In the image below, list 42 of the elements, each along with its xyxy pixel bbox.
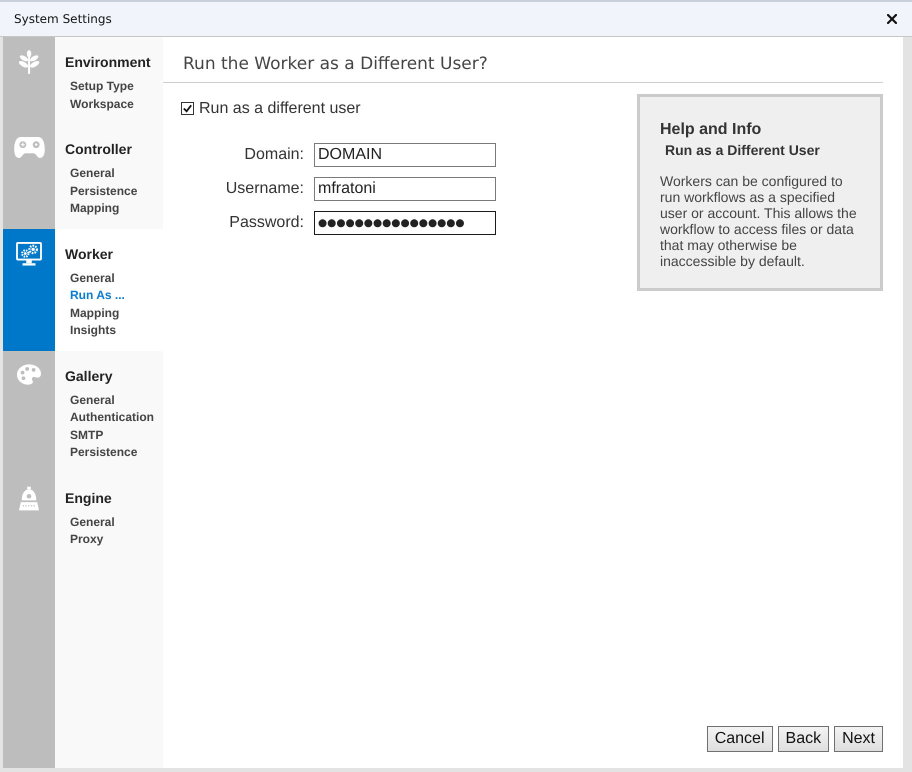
back-button[interactable]: Back	[778, 726, 830, 752]
page-title: Run the Worker as a Different User?	[183, 53, 488, 76]
gamepad-icon	[14, 137, 44, 158]
password-field[interactable]: ●●●●●●●●●●●●●●●●	[314, 211, 496, 235]
nav-item[interactable]: Mapping	[65, 200, 120, 218]
nav-item[interactable]: Setup Type	[65, 78, 134, 96]
nav-item[interactable]: Proxy	[65, 531, 104, 548]
nav-item[interactable]: Run As ...	[65, 287, 125, 304]
nav-item[interactable]: Insights	[65, 322, 116, 340]
checkbox-label[interactable]: Run as a different user	[199, 100, 361, 118]
nav-item[interactable]: General	[65, 514, 115, 531]
checkbox[interactable]	[181, 102, 194, 115]
nav-item[interactable]: Mapping	[65, 304, 120, 322]
nav-item[interactable]: Persistence	[65, 182, 138, 200]
monitor-gears-icon	[16, 242, 42, 266]
help-subtitle: Run as a Different User	[665, 142, 821, 159]
nav-item[interactable]: Workspace	[65, 96, 134, 113]
nav-item[interactable]: SMTP	[65, 426, 104, 444]
locomotive-icon	[19, 486, 39, 510]
text-field[interactable]: DOMAIN	[314, 143, 496, 167]
close-icon[interactable]	[887, 14, 897, 24]
section-title: Environment	[65, 53, 152, 71]
help-text: Workers can be configured to run workflows as a specified user or account. This allows the workflow to access files or data that may otherwise be inaccessible by default.	[660, 173, 858, 269]
section-title: Engine	[65, 488, 113, 506]
nav-item[interactable]: Authentication	[65, 409, 154, 426]
palette-icon	[17, 364, 41, 384]
nav-item[interactable]: Persistence	[65, 444, 138, 462]
help-title: Help and Info	[660, 120, 762, 139]
window-title: System Settings	[14, 12, 112, 26]
section-title: Worker	[65, 244, 114, 262]
cancel-button[interactable]: Cancel	[706, 726, 773, 752]
section-title: Gallery	[65, 366, 114, 384]
field-label: Password:	[229, 214, 304, 232]
nav-item[interactable]: General	[65, 165, 115, 182]
next-button[interactable]: Next	[834, 726, 883, 752]
nav-item[interactable]: General	[65, 270, 115, 287]
field-label: Username:	[226, 180, 304, 198]
sprout-icon	[18, 50, 40, 74]
section-title: Controller	[65, 140, 133, 158]
field-label: Domain:	[244, 146, 304, 164]
nav-item[interactable]: General	[65, 392, 115, 409]
text-field[interactable]: mfratoni	[314, 177, 496, 201]
